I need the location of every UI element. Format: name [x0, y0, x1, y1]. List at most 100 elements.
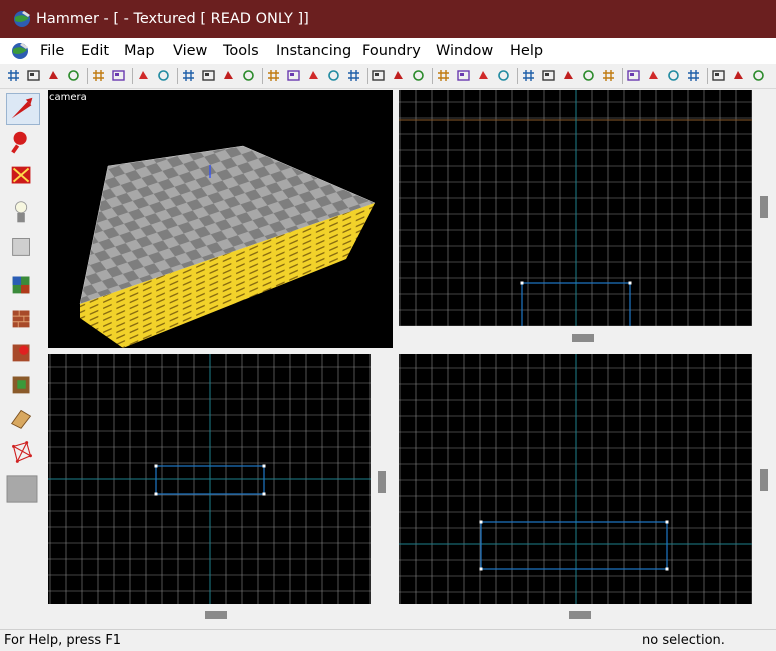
texture-application-icon: [12, 276, 30, 294]
ignore-groups-icon[interactable]: [241, 68, 256, 83]
current-texture-swatch-button[interactable]: [6, 474, 40, 506]
cordon-toggle-icon[interactable]: [286, 68, 301, 83]
side-view-grid: [399, 354, 752, 604]
brush-vertex-handle[interactable]: [479, 520, 483, 524]
flip-z-icon[interactable]: [686, 68, 701, 83]
texture-apply-icon[interactable]: [221, 68, 236, 83]
vis3-icon[interactable]: [346, 68, 361, 83]
toggle-helpers-icon[interactable]: [581, 68, 596, 83]
copy-icon[interactable]: [391, 68, 406, 83]
toolbar-separator: [517, 68, 518, 84]
menu-bar: File Edit Map View Tools Instancing Foun…: [0, 38, 776, 64]
side-view-viewport[interactable]: [399, 354, 752, 604]
texture-lock-icon[interactable]: [201, 68, 216, 83]
toggle-bounds-icon[interactable]: [561, 68, 576, 83]
apply-current-texture-icon: [12, 310, 30, 328]
block-tool-icon: [12, 238, 30, 256]
brush-outline[interactable]: [480, 521, 668, 570]
menu-file[interactable]: File: [40, 41, 64, 61]
hammer-app-icon: [14, 11, 30, 27]
top-view-viewport[interactable]: [399, 90, 752, 326]
selection-tool-button[interactable]: [6, 93, 40, 125]
brush-vertex-handle[interactable]: [154, 464, 158, 468]
top-view-vscroll[interactable]: [760, 196, 768, 218]
menu-foundry[interactable]: Foundry: [362, 41, 421, 61]
brush-vertex-handle[interactable]: [479, 567, 483, 571]
camera-render: [79, 145, 376, 348]
brush-vertex-handle[interactable]: [628, 281, 632, 285]
overlay-tool-button[interactable]: [6, 369, 40, 401]
selection-box-icon[interactable]: [521, 68, 536, 83]
menu-edit[interactable]: Edit: [81, 41, 109, 61]
toolbar-separator: [432, 68, 433, 84]
cut-icon[interactable]: [371, 68, 386, 83]
carve-icon[interactable]: [91, 68, 106, 83]
brush-vertex-handle[interactable]: [262, 464, 266, 468]
vis2-icon[interactable]: [326, 68, 341, 83]
grid-smaller-icon[interactable]: [46, 68, 61, 83]
menu-window[interactable]: Window: [436, 41, 493, 61]
paste-icon[interactable]: [411, 68, 426, 83]
vertex-tool-button[interactable]: [6, 437, 40, 469]
undo-icon[interactable]: [136, 68, 151, 83]
toolbar-separator: [177, 68, 178, 84]
front-view-hscroll[interactable]: [205, 611, 227, 619]
world-icon[interactable]: [731, 68, 746, 83]
brush-vertex-handle[interactable]: [154, 492, 158, 496]
hammer-menu-icon[interactable]: [10, 41, 30, 61]
camera-viewport[interactable]: [48, 90, 393, 348]
texture-browser-icon[interactable]: [751, 68, 766, 83]
vis-icon[interactable]: [306, 68, 321, 83]
decal-icon[interactable]: [626, 68, 641, 83]
menu-tools[interactable]: Tools: [223, 41, 259, 61]
overlay-icon[interactable]: [456, 68, 471, 83]
brush-vertex-handle[interactable]: [665, 520, 669, 524]
radius-icon[interactable]: [496, 68, 511, 83]
side-view-hscroll[interactable]: [569, 611, 591, 619]
hide-icon[interactable]: [181, 68, 196, 83]
main-toolbar: [0, 64, 776, 89]
magnify-tool-icon: [11, 131, 27, 154]
grid-icon[interactable]: [6, 68, 21, 83]
side-view-vscroll[interactable]: [760, 469, 768, 491]
brush-vertex-handle[interactable]: [665, 567, 669, 571]
brush-vertex-handle[interactable]: [520, 281, 524, 285]
toolbar-separator: [132, 68, 133, 84]
clipping-tool-icon: [10, 409, 32, 429]
flip-y-icon[interactable]: [666, 68, 681, 83]
toolbar-separator: [622, 68, 623, 84]
selection-mode-icon[interactable]: [541, 68, 556, 83]
solid-icon[interactable]: [436, 68, 451, 83]
front-view-vscroll[interactable]: [378, 471, 386, 493]
group-icon[interactable]: [111, 68, 126, 83]
top-view-hscroll[interactable]: [572, 334, 594, 342]
decal-tool-button[interactable]: [6, 337, 40, 369]
magnify-tool-button[interactable]: [6, 127, 40, 159]
selection-tool-icon: [11, 97, 33, 119]
entity-tool-button[interactable]: [6, 197, 40, 229]
apply-current-texture-button[interactable]: [6, 303, 40, 335]
menu-instancing[interactable]: Instancing: [276, 41, 351, 61]
texture-application-button[interactable]: [6, 269, 40, 301]
camera-tool-button[interactable]: [6, 161, 40, 193]
compile-icon[interactable]: [711, 68, 726, 83]
front-view-viewport[interactable]: [48, 354, 371, 604]
menu-help[interactable]: Help: [510, 41, 543, 61]
block-tool-button[interactable]: [6, 231, 40, 263]
grid-larger-icon[interactable]: [66, 68, 81, 83]
clipping-tool-button[interactable]: [6, 403, 40, 435]
title-bar: Hammer - [ - Textured [ READ ONLY ]]: [0, 0, 776, 38]
menu-view[interactable]: View: [173, 41, 207, 61]
brush-vertex-handle[interactable]: [262, 492, 266, 496]
quick-hide-icon[interactable]: [476, 68, 491, 83]
grid-toggle-icon[interactable]: [26, 68, 41, 83]
redo-icon[interactable]: [156, 68, 171, 83]
menu-map[interactable]: Map: [124, 41, 155, 61]
camera-tool-icon: [11, 166, 31, 184]
flip-x-icon[interactable]: [646, 68, 661, 83]
status-bar: For Help, press F1 no selection.: [0, 629, 776, 651]
cordon-icon[interactable]: [266, 68, 281, 83]
toggle-models-icon[interactable]: [601, 68, 616, 83]
toolbar-separator: [707, 68, 708, 84]
decal-tool-icon: [12, 344, 30, 362]
